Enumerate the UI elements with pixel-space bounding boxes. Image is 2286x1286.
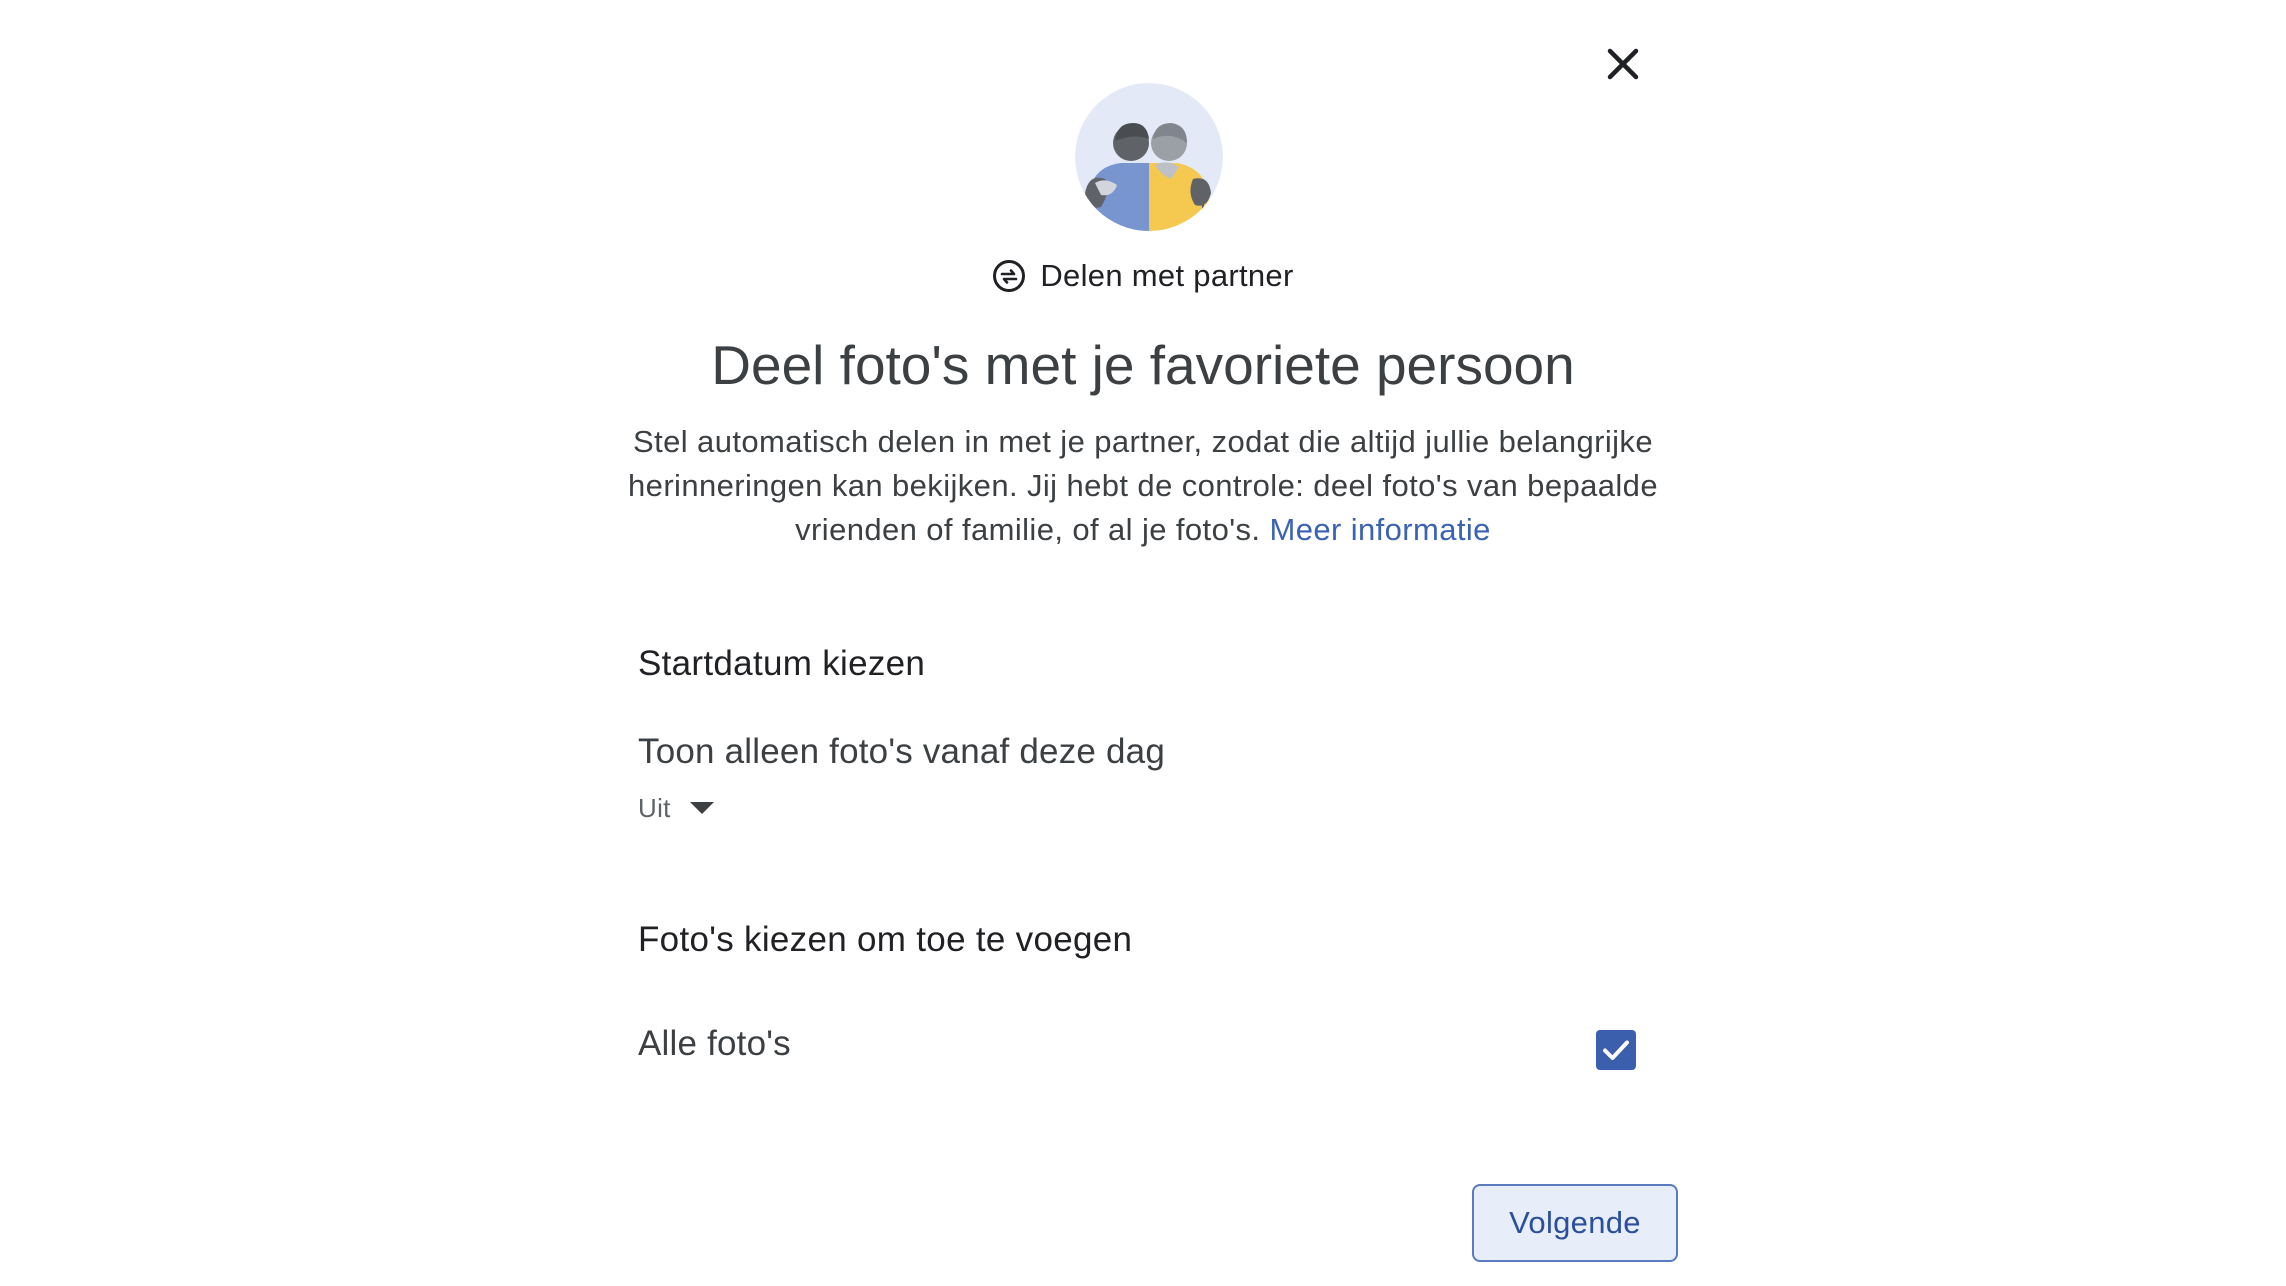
all-photos-label: Alle foto's [638,1024,791,1063]
start-date-label: Toon alleen foto's vanaf deze dag [638,732,1166,771]
photos-heading: Foto's kiezen om toe te voegen [638,920,1133,959]
description-text: Stel automatisch delen in met je partner… [628,424,1658,547]
start-date-heading: Startdatum kiezen [638,644,926,683]
start-date-dropdown[interactable]: Uit [638,790,715,826]
start-date-value: Uit [638,792,671,823]
description: Stel automatisch delen in met je partner… [620,420,1666,552]
close-button[interactable] [1598,39,1648,89]
feature-header: Delen met partner [0,252,2286,300]
feature-label: Delen met partner [1040,258,1294,293]
check-icon [1603,1040,1629,1060]
all-photos-checkbox[interactable] [1596,1030,1636,1070]
partner-illustration [1075,83,1223,231]
close-icon [1607,48,1639,80]
partner-sharing-icon [993,260,1026,292]
page-title: Deel foto's met je favoriete persoon [711,334,1575,396]
caret-down-icon [689,802,714,814]
learn-more-link[interactable]: Meer informatie [1269,512,1490,547]
next-button[interactable]: Volgende [1472,1184,1678,1262]
